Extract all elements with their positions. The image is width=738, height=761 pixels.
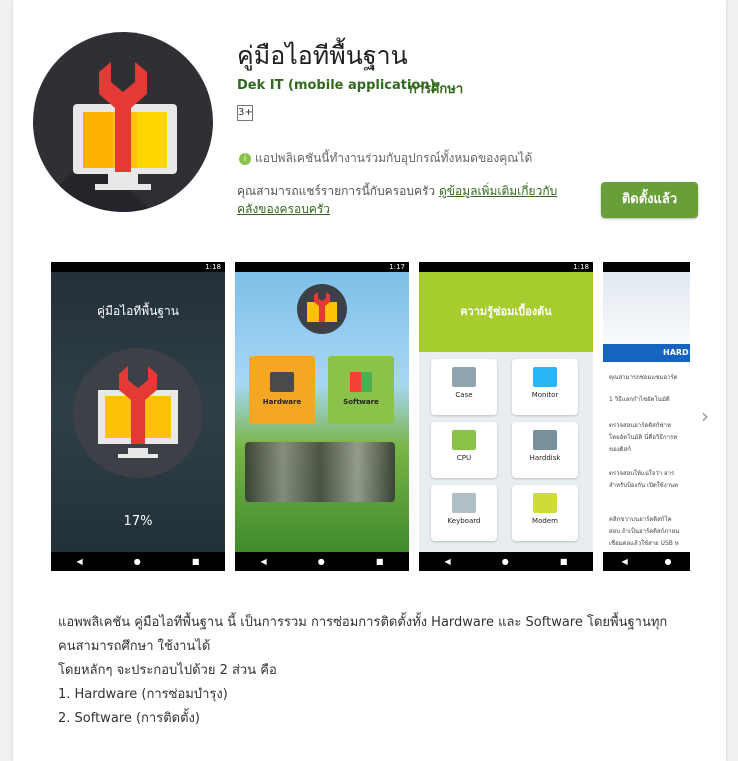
harddisk-icon (533, 430, 557, 450)
case-icon (452, 367, 476, 387)
body-line: คลิกขวาบนฮาร์ดดิสก์โค (609, 516, 672, 523)
computer-icon (270, 372, 294, 392)
body-line: สอบ ถ้าเป็นฮาร์ดดิสก์ภายน (609, 528, 680, 535)
status-bar: 1:17 (235, 262, 409, 272)
screenshot-2[interactable]: 1:17 Hardware Software ◀ ● ■ (235, 262, 409, 571)
app-detail-card: คู่มือไอทีพื้นฐาน Dek IT (mobile applica… (13, 0, 726, 761)
windows-icon (350, 372, 372, 392)
android-nav-bar: ◀ ● (603, 552, 690, 571)
family-text: คุณสามารถแชร์รายการนี้กับครอบครัว (237, 184, 439, 198)
next-screenshot-chevron-icon[interactable]: › (701, 404, 709, 428)
description-line: แอพพลิเคชัน คู่มือไอทีพื้นฐาน นี้ เป็นกา… (58, 615, 668, 630)
body-line: สำหรับป้องกัน เปิดใช้งานค (609, 482, 679, 489)
app-logo (297, 284, 347, 334)
body-line: ตรวจสอบให้แน่ใจว่า ฮาร (609, 470, 675, 477)
modem-icon (533, 493, 557, 513)
app-logo (73, 348, 203, 478)
body-line: เชื่อมต่อแล้วใช้สาย USB ห (609, 540, 679, 547)
hardware-collage (245, 442, 395, 502)
screenshot-4[interactable]: HARD คุณสามารถซ่อมแซมฮาร์ด 1 วิธีแลกกำไช… (603, 262, 690, 571)
software-label: Software (343, 398, 379, 406)
body-line: โดยอัตโนมัติ นี่คือวิธีการท (609, 434, 678, 441)
status-bar: 1:18 (419, 262, 593, 272)
body-line: คุณสามารถซ่อมแซมฮาร์ด (609, 374, 678, 381)
case-tile: Case (431, 359, 497, 415)
body-line: ของดิสก์ (609, 446, 631, 453)
screenshot-3[interactable]: 1:18 ความรู้ซ่อมเบื้องต้น Case Monitor C… (419, 262, 593, 571)
body-line: ตรวจสอบฮาร์ดดิสก์ฟาห (609, 422, 671, 429)
splash-title: คู่มือไอทีพื้นฐาน (97, 304, 179, 318)
screenshot-1[interactable]: 1:18 คู่มือไอทีพื้นฐาน 17% ◀ ● ■ (51, 262, 225, 571)
android-nav-bar: ◀ ● ■ (419, 552, 593, 571)
compat-note: i แอปพลิเคชันนี้ทำงานร่วมกับอุปกรณ์ทั้งห… (239, 149, 532, 168)
modem-label: Modem (532, 517, 558, 525)
developer-link[interactable]: Dek IT (mobile application) (237, 78, 436, 93)
harddisk-label: Harddisk (529, 454, 561, 462)
modem-tile: Modem (512, 485, 578, 541)
description-line: 1. Hardware (การซ่อมบำรุง) (58, 687, 228, 702)
case-label: Case (455, 391, 473, 399)
category-link[interactable]: การศึกษา (409, 78, 463, 99)
body-line: 1 วิธีแลกกำไชอัตโนมัติ (609, 396, 670, 403)
hardware-tile: Hardware (249, 356, 315, 424)
cpu-tile: CPU (431, 422, 497, 478)
loading-progress: 17% (123, 514, 153, 529)
keyboard-icon (452, 493, 476, 513)
android-nav-bar: ◀ ● ■ (51, 552, 225, 571)
cpu-icon (452, 430, 476, 450)
status-bar: 1:18 (51, 262, 225, 272)
screen-header: ความรู้ซ่อมเบื้องต้น (419, 272, 593, 352)
description-line: โดยหลักๆ จะประกอบไปด้วย 2 ส่วน คือ (58, 663, 277, 678)
harddisk-tile: Harddisk (512, 422, 578, 478)
android-nav-bar: ◀ ● ■ (235, 552, 409, 571)
content-rating-badge: 3+ (237, 105, 253, 121)
hardware-label: Hardware (262, 398, 302, 406)
cpu-label: CPU (456, 454, 472, 462)
app-icon (33, 32, 213, 212)
software-tile: Software (328, 356, 394, 424)
family-library-note: คุณสามารถแชร์รายการนี้กับครอบครัว ดูข้อม… (237, 182, 567, 218)
monitor-tile: Monitor (512, 359, 578, 415)
keyboard-tile: Keyboard (431, 485, 497, 541)
description-line: คนสามารถศึกษา ใช้งานได้ (58, 639, 211, 654)
app-title: คู่มือไอทีพื้นฐาน (237, 41, 408, 70)
screen-header: HARD (603, 344, 690, 362)
keyboard-label: Keyboard (447, 517, 481, 525)
compat-text: แอปพลิเคชันนี้ทำงานร่วมกับอุปกรณ์ทั้งหมด… (255, 151, 533, 165)
description-line: 2. Software (การติดตั้ง) (58, 711, 200, 726)
install-button[interactable]: ติดตั้งแล้ว (601, 182, 698, 218)
status-bar (603, 262, 690, 272)
app-description: แอพพลิเคชัน คู่มือไอทีพื้นฐาน นี้ เป็นกา… (58, 611, 698, 731)
monitor-icon (533, 367, 557, 387)
info-icon: i (239, 152, 251, 165)
monitor-label: Monitor (531, 391, 559, 399)
